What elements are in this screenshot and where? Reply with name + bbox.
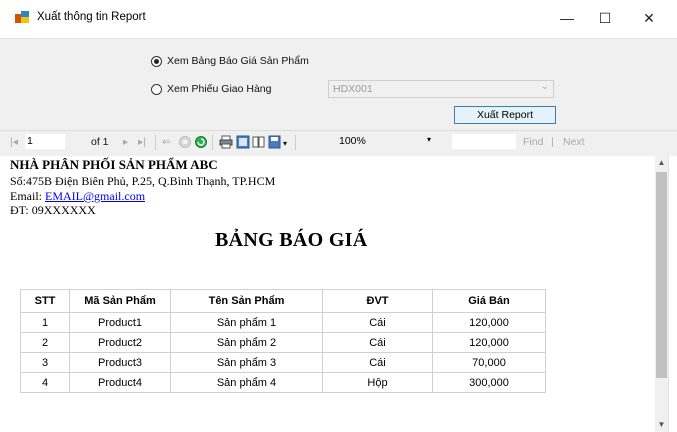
table-cell: Product4 [69,372,171,393]
page-input[interactable]: 1 [25,134,65,149]
price-table: STT Mã Sản Phẩm Tên Sản Phẩm ĐVT Giá Bán… [20,289,546,393]
column-header: STT [20,289,70,313]
window-edge [668,156,677,432]
email-label: Email: [10,189,42,203]
export-icon[interactable] [268,135,282,149]
table-cell: 1 [20,312,70,333]
column-header: Tên Sản Phẩm [170,289,323,313]
stop-icon[interactable] [178,135,192,149]
table-cell: Sản phẩm 1 [170,312,323,333]
toolbar-separator [155,135,156,150]
table-row: 1 Product1 Sản phẩm 1 Cái 120,000 [20,312,546,333]
back-icon[interactable]: ⇐ [162,136,171,148]
scroll-down-icon[interactable]: ▼ [655,418,668,432]
chevron-down-icon: ▾ [427,135,432,144]
chevron-down-icon: ⌄ [540,81,549,92]
company-name: NHÀ PHÂN PHỐI SẢN PHẨM ABC [10,157,218,172]
table-cell: Cái [322,332,433,353]
maximize-button[interactable]: ☐ [582,0,628,36]
export-report-button[interactable]: Xuất Report [454,106,556,124]
email-line: Email: EMAIL@gmail.com [10,189,145,204]
table-header-row: STT Mã Sản Phẩm Tên Sản Phẩm ĐVT Giá Bán [20,289,546,313]
table-cell: 2 [20,332,70,353]
table-cell: 4 [20,372,70,393]
maximize-icon: ☐ [598,9,612,26]
minimize-icon: — [560,10,574,26]
zoom-select[interactable]: 100% ▾ [333,134,441,149]
company-address: Số:475B Điện Biên Phủ, P.25, Q.Bình Thạn… [10,174,276,188]
page-setup-icon[interactable] [252,135,266,149]
close-button[interactable]: ✕ [626,0,672,36]
column-header: Mã Sản Phẩm [69,289,171,313]
next-page-icon[interactable]: ▸ [123,136,128,148]
table-row: 4 Product4 Sản phẩm 4 Hộp 300,000 [20,372,546,393]
table-row: 3 Product3 Sản phẩm 3 Cái 70,000 [20,352,546,373]
print-icon[interactable] [219,135,233,149]
table-cell: 120,000 [432,312,546,333]
table-cell: Hộp [322,372,433,393]
zoom-value: 100% [339,135,366,147]
table-cell: Product2 [69,332,171,353]
invoice-combobox[interactable]: HDX001 ⌄ [328,80,554,98]
table-cell: 3 [20,352,70,373]
next-button[interactable]: Next [563,136,585,148]
radio-phieu-giao[interactable] [151,84,162,95]
close-icon: ✕ [643,9,655,26]
table-cell: Product3 [69,352,171,373]
radio-bao-gia[interactable] [151,56,162,67]
toolbar-separator [212,135,213,150]
table-cell: Sản phẩm 4 [170,372,323,393]
radio-phieu-giao-label[interactable]: Xem Phiếu Giao Hàng [167,83,271,95]
last-page-icon[interactable]: ▸| [138,136,146,148]
radio-bao-gia-label[interactable]: Xem Bảng Báo Giá Sản Phẩm [167,55,309,67]
toolbar-divider-text: | [551,136,554,148]
first-page-icon[interactable]: |◂ [10,136,18,148]
print-layout-icon[interactable] [236,135,250,149]
table-row: 2 Product2 Sản phẩm 2 Cái 120,000 [20,332,546,353]
table-cell: 300,000 [432,372,546,393]
toolbar-separator [295,135,296,150]
company-phone: ĐT: 09XXXXXX [10,203,96,217]
table-cell: 70,000 [432,352,546,373]
table-cell: Cái [322,352,433,373]
window-title: Xuất thông tin Report [37,11,146,23]
find-button[interactable]: Find [523,136,543,148]
scrollbar-thumb[interactable] [656,172,667,378]
export-dropdown-icon[interactable]: ▾ [283,139,287,148]
column-header: Giá Bán [432,289,546,313]
scroll-up-icon[interactable]: ▲ [655,156,668,170]
report-title: BẢNG BÁO GIÁ [215,229,368,251]
table-cell: Sản phẩm 3 [170,352,323,373]
table-cell: Product1 [69,312,171,333]
table-cell: Cái [322,312,433,333]
table-cell: 120,000 [432,332,546,353]
find-input[interactable] [452,134,516,149]
column-header: ĐVT [322,289,433,313]
table-cell: Sản phẩm 2 [170,332,323,353]
email-link[interactable]: EMAIL@gmail.com [45,189,145,203]
app-icon [15,11,29,23]
combo-value: HDX001 [333,83,373,95]
refresh-icon[interactable] [194,135,208,149]
page-of-label: of 1 [91,136,109,148]
